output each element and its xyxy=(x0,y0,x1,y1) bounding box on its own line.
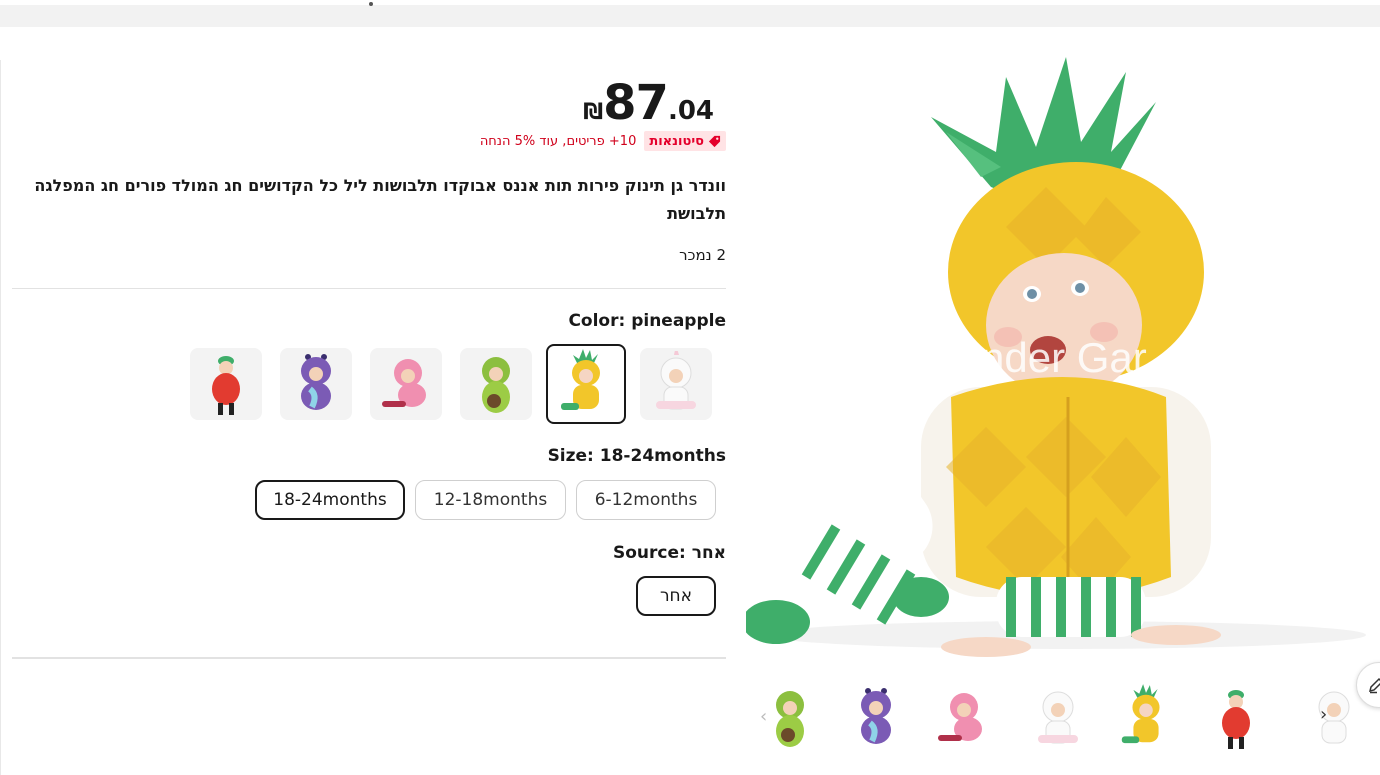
unicorn-costume-icon xyxy=(656,351,696,410)
thumbnail-unicorn[interactable] xyxy=(1018,676,1098,760)
thumbnail-strawberry[interactable] xyxy=(1196,676,1276,760)
wholesale-badge: סיטונאות xyxy=(644,131,726,151)
size-label: Size: 18-24months xyxy=(547,446,726,466)
size-option-12-18months[interactable]: 12-18months xyxy=(415,480,566,520)
dot-icon xyxy=(369,2,373,6)
color-swatch-unicorn[interactable] xyxy=(640,348,712,420)
chevron-left-icon[interactable]: ‹ xyxy=(760,706,767,727)
color-swatch-pineapple[interactable] xyxy=(546,344,626,424)
thumbnail-strip: ‹ › xyxy=(746,672,1366,767)
flamingo-costume-icon xyxy=(382,359,426,407)
color-label: Color: pineapple xyxy=(568,311,726,331)
top-bar xyxy=(0,2,1380,27)
product-price: ₪87.04 xyxy=(583,75,714,131)
price-tag-icon xyxy=(708,135,721,147)
thumbnail-pineapple[interactable] xyxy=(1106,676,1186,760)
strawberry-costume-icon xyxy=(212,356,240,415)
source-option-other[interactable]: אחר xyxy=(636,576,716,616)
color-swatch-flamingo[interactable] xyxy=(370,348,442,420)
thumbnail-flamingo[interactable] xyxy=(922,676,1002,760)
thumbnail-dragon[interactable] xyxy=(836,676,916,760)
pineapple-costume-icon xyxy=(561,349,600,410)
wholesale-text: 10+ פריטים, עוד 5% הנחה xyxy=(479,133,637,149)
pencil-icon xyxy=(1368,677,1380,694)
wholesale-badge-label: סיטונאות xyxy=(649,133,704,149)
main-product-image[interactable]: nder Gar xyxy=(746,57,1380,657)
price-decimal: .04 xyxy=(667,96,714,126)
thumbnail-unicorn-2[interactable] xyxy=(1294,676,1366,760)
avocado-costume-icon xyxy=(482,357,510,413)
left-border xyxy=(0,60,1,775)
source-label: Source: אחר xyxy=(612,543,726,563)
pineapple-baby-illustration: nder Gar xyxy=(746,57,1380,657)
color-swatch-dragon[interactable] xyxy=(280,348,352,420)
dragon-costume-icon xyxy=(301,354,331,410)
product-title: וונדר גן תינוק פירות תות אננס אבוקדו תלב… xyxy=(34,176,726,223)
size-option-18-24months[interactable]: 18-24months xyxy=(255,480,405,520)
watermark-text: nder Gar xyxy=(981,334,1147,381)
wholesale-promo: סיטונאות 10+ פריטים, עוד 5% הנחה xyxy=(480,131,726,151)
color-swatch-strawberry[interactable] xyxy=(190,348,262,420)
chevron-right-icon[interactable]: › xyxy=(1320,704,1327,725)
divider xyxy=(12,657,726,659)
divider xyxy=(12,288,726,289)
currency-symbol: ₪ xyxy=(583,100,604,125)
sold-count: 2 נמכר xyxy=(679,246,726,264)
color-swatch-avocado[interactable] xyxy=(460,348,532,420)
size-option-6-12months[interactable]: 6-12months xyxy=(576,480,716,520)
price-integer: 87 xyxy=(603,75,669,131)
